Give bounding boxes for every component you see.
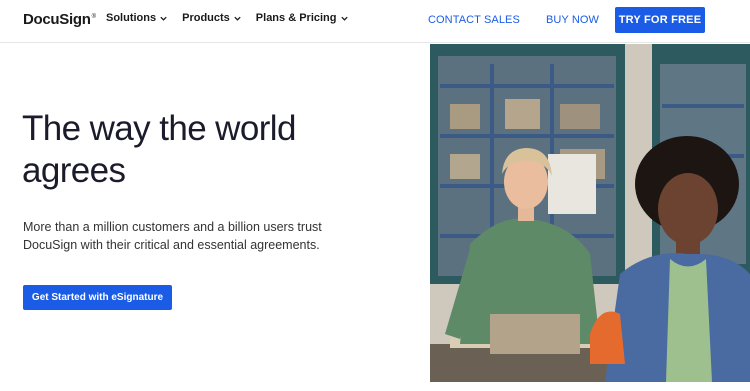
hero-headline-line2: agrees bbox=[22, 151, 126, 190]
hero-headline: The way the world agrees bbox=[22, 108, 352, 192]
docusign-logo[interactable]: DocuSign ® bbox=[23, 11, 96, 28]
hero-headline-line1: The way the world bbox=[22, 109, 296, 148]
chevron-down-icon bbox=[340, 14, 349, 23]
nav-solutions-label: Solutions bbox=[106, 12, 157, 24]
chevron-down-icon bbox=[233, 14, 242, 23]
nav-plans-pricing[interactable]: Plans & Pricing bbox=[256, 12, 349, 24]
nav-solutions[interactable]: Solutions bbox=[106, 12, 168, 24]
get-started-esignature-button[interactable]: Get Started with eSignature bbox=[23, 285, 172, 310]
nav-plans-pricing-label: Plans & Pricing bbox=[255, 12, 337, 24]
hero-subtext: More than a million customers and a bill… bbox=[23, 220, 322, 252]
trademark-mark: ® bbox=[91, 14, 96, 20]
hero-photo-bottom-gap bbox=[430, 382, 750, 391]
buy-now-link[interactable]: BUY NOW bbox=[546, 14, 599, 26]
header-actions: CONTACT SALES BUY NOW TRY FOR FREE bbox=[428, 7, 705, 33]
logo-text: DocuSign bbox=[23, 11, 91, 28]
site-header: DocuSign ® Solutions Products Plans & Pri… bbox=[0, 0, 750, 43]
chevron-down-icon bbox=[159, 14, 168, 23]
hero-photo bbox=[430, 44, 750, 382]
nav-products[interactable]: Products bbox=[182, 12, 242, 24]
try-for-free-button[interactable]: TRY FOR FREE bbox=[615, 7, 705, 33]
nav-products-label: Products bbox=[182, 12, 230, 24]
contact-sales-link[interactable]: CONTACT SALES bbox=[428, 14, 520, 26]
main-nav: Solutions Products Plans & Pricing bbox=[106, 12, 349, 24]
